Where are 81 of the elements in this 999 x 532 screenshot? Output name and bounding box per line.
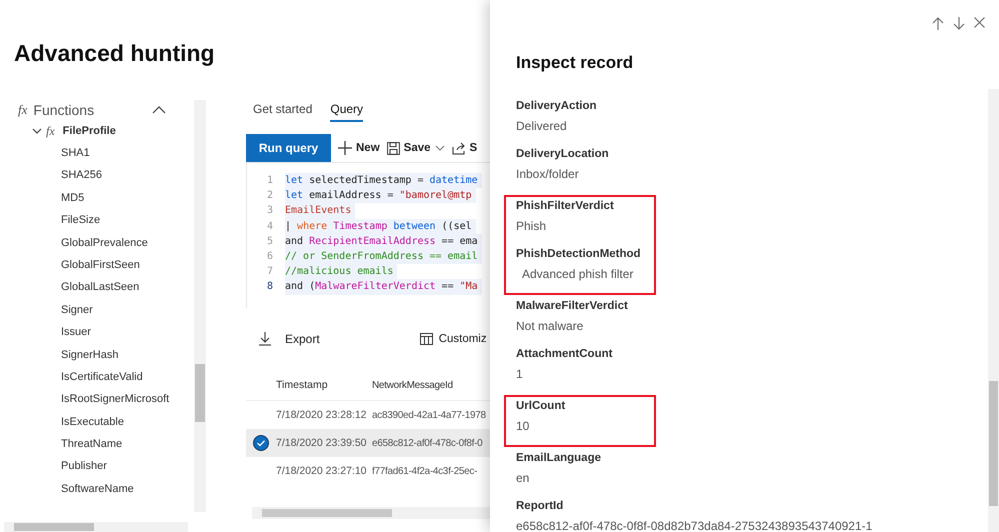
tree-item[interactable]: IsExecutable (18, 410, 194, 434)
tree-item[interactable]: IsCertificateValid (18, 366, 194, 388)
export-button[interactable]: Export (246, 332, 320, 346)
field-value: en (516, 470, 530, 487)
table-cell-text: 7/18/2020 23:28:12 (276, 409, 368, 421)
toolbar-button[interactable]: New (338, 141, 380, 155)
line-number: 7 (266, 265, 274, 280)
field-label: PhishFilterVerdict (516, 199, 615, 214)
save-icon (386, 142, 400, 154)
field-label: PhishDetectionMethod (516, 247, 642, 262)
chevron-icon[interactable] (32, 127, 42, 135)
field-value: Phish (516, 218, 548, 235)
field-label: DeliveryAction (516, 99, 598, 114)
field-value: Advanced phish filter (521, 266, 634, 283)
tree-item[interactable]: Signer (18, 298, 194, 322)
tree-item[interactable]: GlobalPrevalence (18, 232, 194, 254)
panel-title: Inspect record (516, 53, 634, 73)
field-label: AttachmentCount (516, 347, 614, 362)
tree-item[interactable]: GlobalLastSeen (18, 276, 194, 299)
line-number: 3 (266, 204, 274, 218)
run-query-button[interactable]: Run query (246, 134, 331, 162)
scrollbar[interactable] (252, 507, 490, 519)
field-label: DeliveryLocation (516, 147, 610, 162)
tree-item[interactable]: Functions (33, 102, 94, 118)
tree-item[interactable]: Issuer (18, 321, 194, 344)
field-value: 10 (516, 418, 530, 435)
field-value: e658c812-af0f-478c-0f8f-08d82b73da84-2753243893543740921-1 (516, 518, 874, 532)
column-header[interactable]: NetworkMessageId (372, 380, 453, 390)
chevron-icon[interactable] (152, 106, 166, 114)
page-title: Advanced hunting (14, 40, 216, 68)
tree-item[interactable]: SHA256 (18, 164, 194, 187)
field-label: ReportId (516, 499, 564, 514)
tree-item[interactable]: SignerHash (18, 344, 194, 366)
line-number: 8 (266, 280, 274, 294)
field-label: EmailLanguage (516, 451, 602, 466)
query-editor[interactable] (246, 162, 490, 308)
scrollbar[interactable] (4, 522, 188, 532)
table-cell: ac8390ed-42a1-4a77-1978 (372, 410, 486, 420)
line-number: 6 (266, 250, 274, 264)
toolbar-button[interactable]: S (452, 142, 478, 154)
tree-item[interactable]: SoftwareName (18, 478, 194, 500)
tree-item[interactable]: ThreatName (18, 433, 194, 456)
line-number: 2 (266, 189, 274, 204)
scrollbar[interactable] (194, 100, 206, 512)
tree-item[interactable]: FileProfile (62, 125, 116, 137)
table-cell: e658c812-af0f-478c-0f8f-0 (372, 438, 482, 448)
share-icon (452, 142, 466, 154)
arrow-up-icon[interactable] (932, 17, 944, 30)
checkmark-icon[interactable] (253, 435, 269, 451)
function-icon: fx (18, 102, 28, 118)
scrollbar[interactable] (988, 89, 999, 532)
close-icon[interactable] (974, 17, 985, 28)
line-number: 4 (266, 220, 274, 234)
field-value: Inbox/folder (516, 166, 580, 183)
tree-item[interactable]: MD5 (18, 186, 194, 210)
plus-icon (338, 141, 352, 155)
table-cell: f77fad61-4f2a-4c3f-25ec- (372, 466, 478, 476)
tree-item[interactable]: IsRootSignerMicrosoft (18, 388, 194, 411)
table-cell-text: 7/18/2020 23:39:50 (276, 437, 368, 449)
tree-item[interactable]: SHA1 (18, 142, 194, 164)
line-number: 5 (266, 234, 274, 249)
tab[interactable]: Query (330, 96, 364, 122)
field-value: Delivered (516, 118, 568, 135)
field-value: Not malware (516, 318, 584, 335)
field-label: UrlCount (516, 399, 566, 414)
function-icon: fx (46, 124, 55, 138)
download-icon (259, 332, 271, 346)
tree-item[interactable]: Publisher (18, 455, 194, 478)
columns-icon (420, 332, 434, 346)
field-value: 1 (516, 366, 524, 383)
customize-button[interactable]: Customiz (420, 332, 487, 346)
table-cell-text: 7/18/2020 23:27:10 (276, 465, 368, 477)
toolbar-button[interactable]: Save (386, 142, 445, 154)
arrow-down-icon[interactable] (953, 17, 965, 30)
column-header[interactable]: Timestamp (276, 379, 372, 391)
tree-item[interactable]: GlobalFirstSeen (18, 254, 194, 276)
tree-item[interactable]: FileSize (18, 209, 194, 232)
caret-icon (434, 145, 445, 151)
tab[interactable]: Get started (253, 96, 312, 122)
line-number: 1 (266, 174, 274, 188)
field-label: MalwareFilterVerdict (516, 299, 629, 314)
